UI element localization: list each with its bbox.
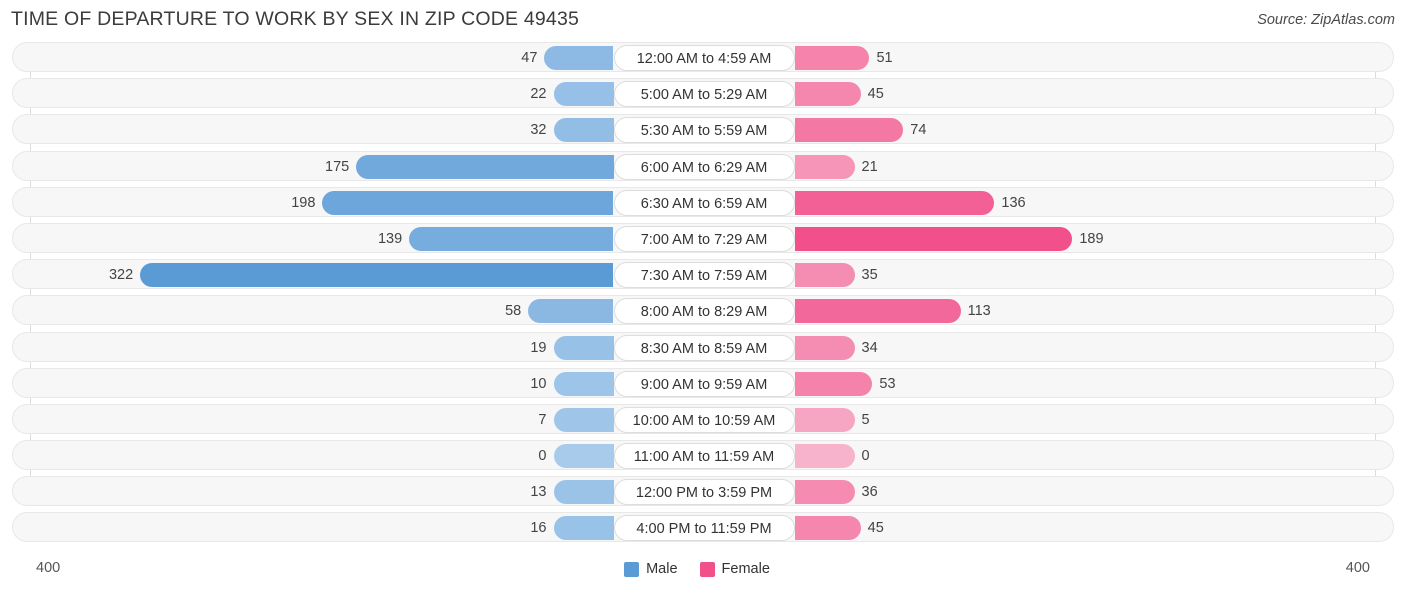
value-label-male: 0 <box>538 448 547 465</box>
table-row: 198 136 6:30 AM to 6:59 AM <box>12 186 1394 217</box>
category-label: 12:00 AM to 4:59 AM <box>613 45 795 71</box>
table-row: 16 45 4:00 PM to 11:59 PM <box>12 512 1394 543</box>
category-label: 7:30 AM to 7:59 AM <box>613 262 795 289</box>
value-label-female: 5 <box>861 411 870 428</box>
legend-label-female: Female <box>721 561 770 577</box>
value-label-female: 34 <box>861 339 878 356</box>
table-row: 22 45 5:00 AM to 5:29 AM <box>12 78 1394 109</box>
category-label: 9:00 AM to 9:59 AM <box>613 370 795 397</box>
bar-male[interactable] <box>553 480 614 505</box>
bar-female[interactable] <box>794 190 995 215</box>
value-label-female: 21 <box>861 158 878 175</box>
bar-male[interactable] <box>553 118 614 143</box>
chart-footer: 400 400 Male Female <box>0 560 1406 586</box>
value-label-male: 47 <box>521 50 538 66</box>
table-row: 13 36 12:00 PM to 3:59 PM <box>12 476 1394 507</box>
chart-header: TIME OF DEPARTURE TO WORK BY SEX IN ZIP … <box>0 0 1406 42</box>
category-label: 8:30 AM to 8:59 AM <box>613 334 795 361</box>
value-label-female: 0 <box>861 448 870 465</box>
bar-male[interactable] <box>553 516 614 541</box>
bar-female[interactable] <box>794 154 855 179</box>
bar-female[interactable] <box>794 444 855 469</box>
source-attribution: Source: ZipAtlas.com <box>1257 12 1395 28</box>
category-label: 8:00 AM to 8:29 AM <box>613 298 795 325</box>
legend-swatch-female <box>699 561 715 577</box>
bar-male[interactable] <box>553 407 614 432</box>
bar-female[interactable] <box>794 516 861 541</box>
bar-female[interactable] <box>794 82 861 107</box>
value-label-female: 35 <box>861 267 878 284</box>
bar-male[interactable] <box>409 226 614 251</box>
table-row: 10 53 9:00 AM to 9:59 AM <box>12 367 1394 398</box>
table-row: 322 35 7:30 AM to 7:59 AM <box>12 259 1394 290</box>
value-label-male: 198 <box>291 194 316 211</box>
legend-swatch-male <box>624 561 640 577</box>
value-label-female: 53 <box>879 375 896 392</box>
bar-male[interactable] <box>553 335 614 360</box>
value-label-female: 136 <box>1001 194 1026 211</box>
table-row: 0 0 11:00 AM to 11:59 AM <box>12 440 1394 471</box>
value-label-female: 189 <box>1079 230 1104 247</box>
category-label: 6:30 AM to 6:59 AM <box>613 189 795 216</box>
table-row: 139 189 7:00 AM to 7:29 AM <box>12 222 1394 253</box>
value-label-male: 139 <box>377 230 403 247</box>
bar-female[interactable] <box>794 480 855 505</box>
bar-male[interactable] <box>528 299 614 324</box>
table-row: 32 74 5:30 AM to 5:59 AM <box>12 114 1394 145</box>
bar-female[interactable] <box>794 46 870 70</box>
value-label-male: 10 <box>530 375 547 392</box>
value-label-male: 22 <box>530 86 547 103</box>
table-row: 47 51 12:00 AM to 4:59 AM <box>12 42 1394 72</box>
value-label-female: 45 <box>867 520 884 537</box>
value-label-male: 13 <box>530 484 547 501</box>
value-label-female: 36 <box>861 484 878 501</box>
table-row: 19 34 8:30 AM to 8:59 AM <box>12 331 1394 362</box>
category-label: 11:00 AM to 11:59 AM <box>613 443 795 470</box>
category-label: 4:00 PM to 11:59 PM <box>613 515 795 542</box>
category-label: 5:30 AM to 5:59 AM <box>613 117 795 144</box>
bar-male[interactable] <box>553 371 614 396</box>
legend-item-male[interactable]: Male <box>624 561 678 577</box>
value-label-female: 51 <box>876 50 893 66</box>
legend-label-male: Male <box>646 561 678 577</box>
value-label-male: 19 <box>530 339 547 356</box>
category-label: 7:00 AM to 7:29 AM <box>613 225 795 252</box>
page-title: TIME OF DEPARTURE TO WORK BY SEX IN ZIP … <box>11 8 580 30</box>
bar-female[interactable] <box>794 299 961 324</box>
bar-female[interactable] <box>794 407 855 432</box>
chart-legend: Male Female <box>0 561 1406 577</box>
category-label: 10:00 AM to 10:59 AM <box>613 406 795 433</box>
table-row: 58 113 8:00 AM to 8:29 AM <box>12 295 1394 326</box>
value-label-female: 45 <box>867 86 884 103</box>
category-label: 6:00 AM to 6:29 AM <box>613 153 795 180</box>
value-label-male: 32 <box>530 122 547 139</box>
bar-rows: 47 51 12:00 AM to 4:59 AM 22 45 5:00 AM to 5:… <box>12 42 1394 543</box>
value-label-female: 113 <box>967 303 991 320</box>
bar-male[interactable] <box>544 46 614 70</box>
table-row: 7 5 10:00 AM to 10:59 AM <box>12 403 1394 434</box>
bar-female[interactable] <box>794 226 1073 251</box>
bar-male[interactable] <box>322 190 614 215</box>
value-label-male: 7 <box>538 411 547 428</box>
bar-male[interactable] <box>140 263 614 288</box>
bar-female[interactable] <box>794 118 904 143</box>
bar-female[interactable] <box>794 371 873 396</box>
bar-male[interactable] <box>553 82 614 107</box>
value-label-male: 58 <box>505 303 522 320</box>
bar-female[interactable] <box>794 263 855 288</box>
legend-item-female[interactable]: Female <box>699 561 770 577</box>
bar-female[interactable] <box>794 335 855 360</box>
value-label-male: 175 <box>325 158 350 175</box>
table-row: 175 21 6:00 AM to 6:29 AM <box>12 150 1394 181</box>
value-label-female: 74 <box>910 122 927 139</box>
bar-male[interactable] <box>553 444 614 469</box>
chart-plot-area: 47 51 12:00 AM to 4:59 AM 22 45 5:00 AM to 5:… <box>12 42 1394 546</box>
value-label-male: 322 <box>108 267 134 284</box>
category-label: 5:00 AM to 5:29 AM <box>613 81 795 108</box>
category-label: 12:00 PM to 3:59 PM <box>613 479 795 506</box>
bar-male[interactable] <box>356 154 614 179</box>
value-label-male: 16 <box>530 520 547 537</box>
